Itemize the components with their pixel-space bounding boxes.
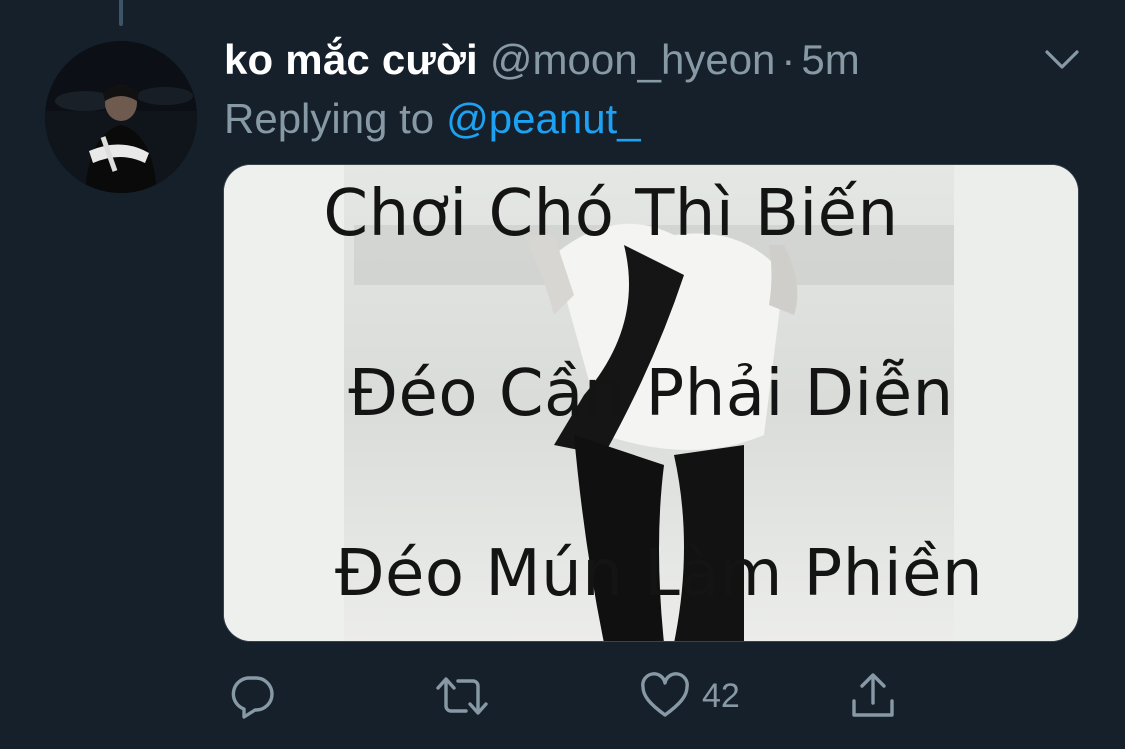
replying-to-label: Replying to <box>224 95 435 142</box>
thread-connector-line <box>119 0 123 26</box>
share-icon <box>852 673 894 717</box>
avatar-photo <box>45 41 197 193</box>
username-handle[interactable]: @moon_hyeon <box>490 36 776 84</box>
tweet-header: ko mắc cười @moon_hyeon · 5m <box>224 36 860 92</box>
retweet-button[interactable] <box>434 668 490 724</box>
like-count: 42 <box>702 676 740 715</box>
avatar[interactable] <box>45 41 197 193</box>
tweet-media-image[interactable]: Chơi Chó Thì Biến Đéo Cần Phải Diễn Đéo … <box>223 164 1079 642</box>
retweet-icon <box>436 677 488 715</box>
tweet-actions-bar: 42 <box>0 668 1125 728</box>
meme-caption-line-2: Đéo Cần Phải Diễn <box>348 357 954 431</box>
display-name[interactable]: ko mắc cười <box>224 36 478 84</box>
separator-dot: · <box>781 36 796 83</box>
replying-to-line: Replying to @peanut_ <box>224 95 641 143</box>
timestamp[interactable]: 5m <box>801 36 859 84</box>
reply-mention-link[interactable]: @peanut_ <box>446 95 640 142</box>
heart-icon <box>641 672 689 717</box>
chevron-down-icon <box>1045 50 1079 69</box>
more-options-button[interactable] <box>1040 40 1084 80</box>
reply-icon <box>231 676 274 719</box>
like-button[interactable]: 42 <box>640 668 740 724</box>
tweet-page: ko mắc cười @moon_hyeon · 5m Replying to… <box>0 0 1125 749</box>
reply-button[interactable] <box>228 668 276 724</box>
meme-caption-line-1: Chơi Chó Thì Biến <box>323 177 899 251</box>
share-button[interactable] <box>848 668 898 724</box>
meme-caption-line-3: Đéo Mún Làm Phiền <box>334 537 984 611</box>
